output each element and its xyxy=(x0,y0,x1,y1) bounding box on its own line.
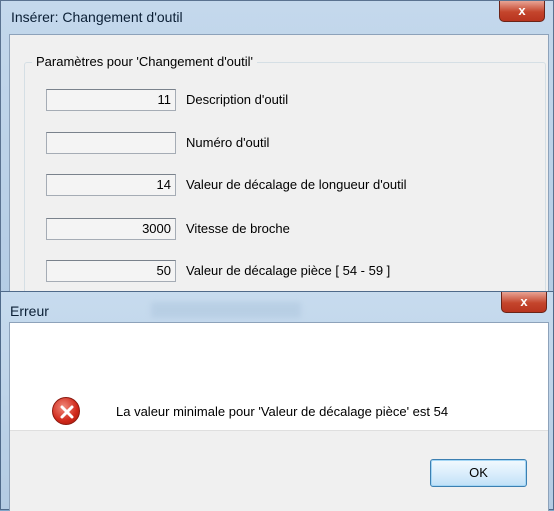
error-x-icon xyxy=(52,397,80,425)
title-bar-blur xyxy=(151,302,301,318)
tool-length-offset-input[interactable]: 14 xyxy=(46,174,176,196)
parameters-group-label: Paramètres pour 'Changement d'outil' xyxy=(32,54,258,69)
tool-description-input[interactable]: 11 xyxy=(46,89,176,111)
error-dialog-footer: OK xyxy=(10,430,548,511)
error-dialog: Erreur x La valeur minimale pour 'Valeur… xyxy=(0,291,554,511)
spindle-speed-label: Vitesse de broche xyxy=(186,221,290,236)
tool-length-offset-label: Valeur de décalage de longueur d'outil xyxy=(186,177,407,192)
ok-button[interactable]: OK xyxy=(430,459,527,487)
error-close-button[interactable]: x xyxy=(501,292,547,313)
work-offset-label: Valeur de décalage pièce [ 54 - 59 ] xyxy=(186,263,391,278)
spindle-speed-input[interactable]: 3000 xyxy=(46,218,176,240)
work-offset-input[interactable]: 50 xyxy=(46,260,176,282)
error-message: La valeur minimale pour 'Valeur de décal… xyxy=(116,404,449,419)
tool-description-label: Description d'outil xyxy=(186,92,289,107)
dialog-title: Insérer: Changement d'outil xyxy=(11,9,183,25)
close-button[interactable]: x xyxy=(499,1,545,22)
tool-number-input[interactable] xyxy=(46,132,176,154)
error-dialog-title: Erreur xyxy=(10,303,49,319)
tool-number-label: Numéro d'outil xyxy=(186,135,270,150)
